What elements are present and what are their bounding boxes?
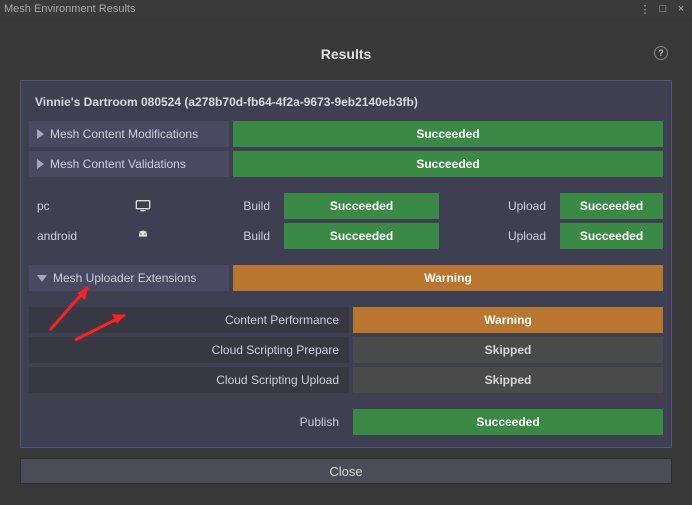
row-publish: Publish Succeeded — [29, 409, 663, 435]
row-cloud-scripting-upload: Cloud Scripting Upload Skipped — [29, 367, 663, 393]
row-modifications: Mesh Content Modifications Succeeded — [29, 121, 663, 147]
row-cloud-scripting-prepare: Cloud Scripting Prepare Skipped — [29, 337, 663, 363]
chevron-right-icon — [37, 159, 44, 169]
row-extensions: Mesh Uploader Extensions Warning — [29, 265, 663, 291]
results-title: Results — [321, 46, 372, 62]
status-badge: Skipped — [353, 367, 663, 393]
row-label: Cloud Scripting Prepare — [29, 337, 349, 363]
row-extensions-toggle[interactable]: Mesh Uploader Extensions — [29, 265, 229, 291]
status-badge: Warning — [353, 307, 663, 333]
upload-label: Upload — [443, 193, 556, 219]
row-content-performance: Content Performance Warning — [29, 307, 663, 333]
chevron-down-icon — [37, 275, 47, 282]
status-badge: Succeeded — [284, 223, 439, 249]
row-label: Mesh Content Modifications — [50, 127, 198, 141]
row-validations-toggle[interactable]: Mesh Content Validations — [29, 151, 229, 177]
row-label: Cloud Scripting Upload — [29, 367, 349, 393]
row-label: Mesh Uploader Extensions — [53, 271, 196, 285]
close-button[interactable]: Close — [20, 458, 672, 484]
status-badge: Succeeded — [353, 409, 663, 435]
row-label: Content Performance — [29, 307, 349, 333]
status-badge: Succeeded — [560, 223, 663, 249]
session-title: Vinnie's Dartroom 080524 (a278b70d-fb64-… — [29, 89, 663, 121]
status-badge: Succeeded — [233, 121, 663, 147]
row-modifications-toggle[interactable]: Mesh Content Modifications — [29, 121, 229, 147]
status-badge: Succeeded — [233, 151, 663, 177]
monitor-icon — [123, 193, 163, 219]
platform-row-android: android Build Succeeded Upload Succeeded — [29, 223, 663, 249]
android-icon — [123, 223, 163, 249]
help-icon[interactable]: ? — [654, 46, 668, 60]
platform-row-pc: pc Build Succeeded Upload Succeeded — [29, 193, 663, 219]
status-badge: Succeeded — [560, 193, 663, 219]
row-validations: Mesh Content Validations Succeeded — [29, 151, 663, 177]
window-title: Mesh Environment Results — [4, 3, 638, 15]
platform-label: android — [29, 223, 119, 249]
build-label: Build — [167, 223, 280, 249]
build-label: Build — [167, 193, 280, 219]
platform-label: pc — [29, 193, 119, 219]
window-close-icon[interactable]: × — [674, 3, 688, 16]
title-bar: Mesh Environment Results ⋮ □ × — [0, 0, 692, 18]
row-label: Publish — [29, 409, 349, 435]
panel-container: Results ? Vinnie's Dartroom 080524 (a278… — [0, 18, 692, 498]
results-header: Results ? — [20, 46, 672, 68]
results-panel: Vinnie's Dartroom 080524 (a278b70d-fb64-… — [20, 80, 672, 448]
status-badge: Warning — [233, 265, 663, 291]
window-controls: ⋮ □ × — [638, 3, 688, 16]
row-label: Mesh Content Validations — [50, 157, 186, 171]
status-badge: Skipped — [353, 337, 663, 363]
status-badge: Succeeded — [284, 193, 439, 219]
window-menu-icon[interactable]: ⋮ — [638, 3, 652, 16]
chevron-right-icon — [37, 129, 44, 139]
window-maximize-icon[interactable]: □ — [656, 3, 670, 16]
upload-label: Upload — [443, 223, 556, 249]
